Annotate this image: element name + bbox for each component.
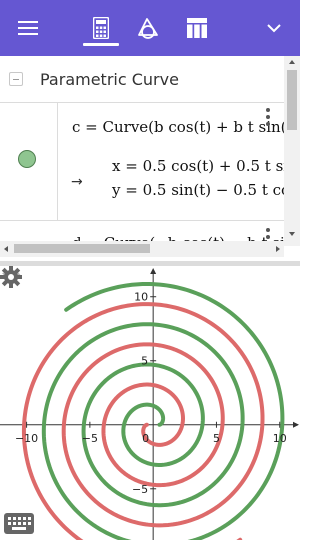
graphics-view[interactable]: −10 −5 0 5 10 10 5 −5 (0, 266, 300, 540)
y-tick-label: 5 (141, 355, 148, 368)
vertical-scroll-thumb[interactable] (287, 70, 297, 130)
algebra-item-c[interactable]: c = Curve(b cos(t) + b t sin(t → x = 0.5… (0, 102, 293, 221)
tab-tools[interactable] (133, 12, 165, 44)
graphics-canvas[interactable]: −10 −5 0 5 10 10 5 −5 (0, 266, 300, 540)
marble-column (0, 102, 58, 220)
y-tick-label: 10 (134, 291, 148, 304)
visibility-marble[interactable] (18, 150, 36, 168)
top-toolbar (0, 0, 300, 56)
active-tab-indicator (83, 43, 119, 46)
keyboard-button[interactable] (4, 513, 34, 534)
x-tick-label: −10 (15, 432, 38, 445)
x-axis-arrow (293, 421, 299, 428)
item-menu-icon[interactable] (265, 108, 271, 128)
group-header: Parametric Curve (0, 56, 284, 103)
scroll-up-icon[interactable] (284, 56, 300, 68)
x-tick-label: −5 (82, 432, 98, 445)
algebra-view: Parametric Curve c = Curve(b cos(t) + b … (0, 56, 300, 261)
definition-input[interactable]: c = Curve(b cos(t) + b t sin(t (72, 118, 293, 136)
calculator-icon (93, 17, 109, 39)
settings-gear-icon[interactable] (0, 266, 22, 288)
tab-algebra[interactable] (85, 12, 117, 44)
collapse-toolbar-button[interactable] (258, 12, 290, 44)
group-title: Parametric Curve (40, 70, 179, 89)
hamburger-menu-icon (18, 21, 38, 35)
x-tick-label: 5 (213, 432, 220, 445)
chevron-down-icon (267, 23, 281, 32)
y-axis-arrow (150, 268, 157, 274)
x-tick-label: 10 (273, 432, 287, 445)
menu-button[interactable] (12, 12, 44, 44)
output-x-equation: x = 0.5 cos(t) + 0.5 t si (112, 157, 289, 175)
output-arrow-icon: → (71, 174, 83, 190)
horizontal-scroll-thumb[interactable] (14, 244, 150, 253)
scroll-left-icon[interactable] (0, 241, 12, 257)
keyboard-icon (8, 517, 31, 530)
table-icon (187, 18, 207, 38)
curve-c[interactable] (41, 281, 285, 540)
y-tick-label: −5 (132, 483, 148, 496)
tab-table[interactable] (181, 12, 213, 44)
scroll-right-icon[interactable] (272, 241, 284, 257)
geometry-tools-icon (138, 18, 158, 39)
output-y-equation: y = 0.5 sin(t) − 0.5 t co (112, 181, 291, 199)
x-tick-label: 0 (142, 432, 149, 445)
collapse-group-button[interactable] (9, 72, 23, 86)
scroll-down-icon[interactable] (284, 228, 300, 240)
